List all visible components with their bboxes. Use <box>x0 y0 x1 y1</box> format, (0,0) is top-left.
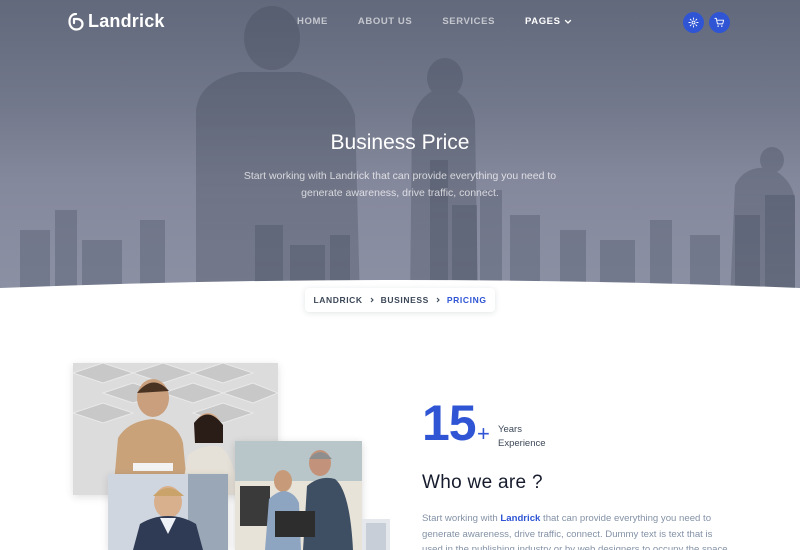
breadcrumb: LANDRICK BUSINESS PRICING <box>305 288 495 312</box>
menu-item-pages[interactable]: PAGES <box>525 16 572 27</box>
menu-item-services[interactable]: SERVICES <box>442 16 495 27</box>
cart-button[interactable] <box>709 12 730 33</box>
about-text-brand: Landrick <box>500 513 541 524</box>
years-plus: + <box>477 421 490 446</box>
logo-icon <box>68 12 84 31</box>
top-navigation: Landrick HOME ABOUT US SERVICES PAGES <box>0 0 800 44</box>
section-heading: Who we are ? <box>422 472 543 493</box>
brand-logo[interactable]: Landrick <box>68 11 165 32</box>
about-description: Start working with Landrick that can pro… <box>422 511 732 550</box>
breadcrumb-item-pricing: PRICING <box>446 295 487 305</box>
chevron-right-icon <box>436 297 440 303</box>
main-menu: HOME ABOUT US SERVICES PAGES <box>297 16 602 27</box>
team-photo-3 <box>108 474 228 550</box>
brand-name: Landrick <box>88 11 165 31</box>
team-photo-4 <box>362 519 390 550</box>
breadcrumb-item-landrick[interactable]: LANDRICK <box>313 295 362 305</box>
cart-icon <box>714 17 725 27</box>
years-label: Years <box>498 424 522 435</box>
chevron-down-icon <box>564 19 571 24</box>
hero-subtitle: Start working with Landrick that can pro… <box>243 170 557 199</box>
menu-item-pages-label: PAGES <box>525 16 561 27</box>
settings-button[interactable] <box>683 12 704 33</box>
years-count: 15 <box>422 395 477 451</box>
menu-item-home[interactable]: HOME <box>297 16 328 27</box>
breadcrumb-item-business[interactable]: BUSINESS <box>381 295 429 305</box>
settings-icon <box>688 17 699 28</box>
experience-label: Experience <box>498 438 546 449</box>
about-text-prefix: Start working with <box>422 513 501 524</box>
team-photo-2 <box>235 441 362 550</box>
chevron-right-icon <box>370 297 374 303</box>
hero-title: Business Price <box>330 131 470 154</box>
menu-item-about-us[interactable]: ABOUT US <box>358 16 412 27</box>
